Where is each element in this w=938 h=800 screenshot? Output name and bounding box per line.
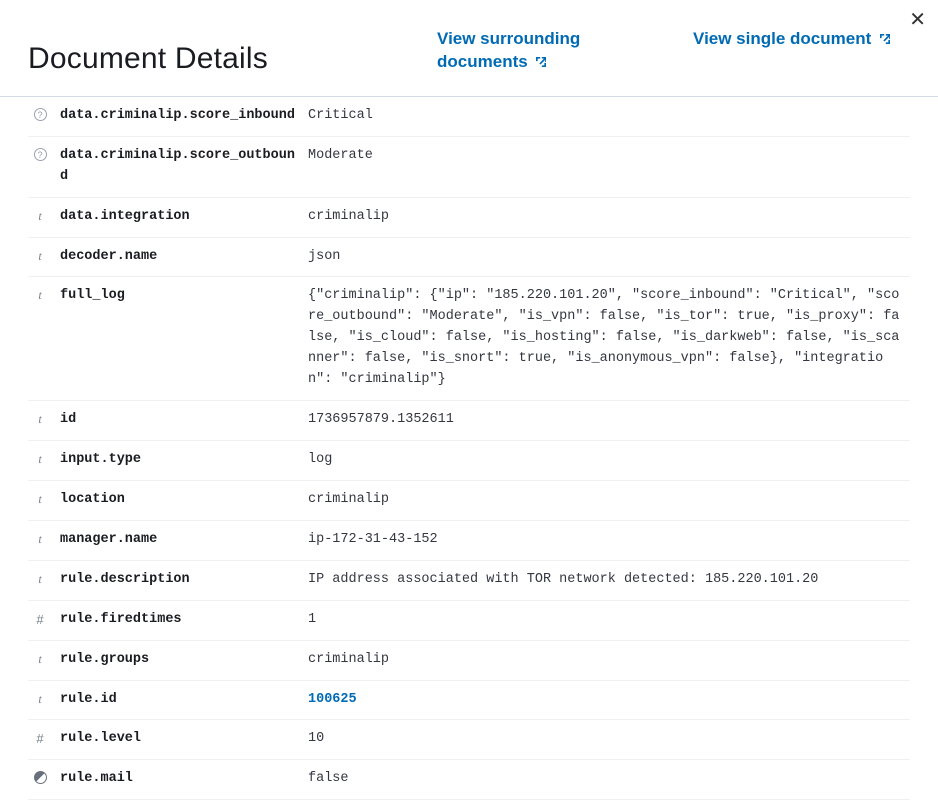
field-key: rule.mail — [52, 769, 308, 790]
header-links: View surrounding documents View single d… — [437, 28, 910, 76]
table-row: t data.integrationcriminalip — [28, 198, 910, 238]
field-type-col: t — [28, 650, 52, 667]
field-table: ? data.criminalip.score_inboundCritical? d… — [0, 97, 938, 800]
field-value: 1 — [308, 610, 910, 631]
field-value: json — [308, 247, 910, 268]
table-row: ? data.criminalip.score_inboundCritical — [28, 97, 910, 137]
field-type-col: ? — [28, 106, 52, 121]
field-key: rule.level — [52, 729, 308, 750]
table-row: t rule.id100625 — [28, 681, 910, 721]
field-value-link[interactable]: 100625 — [308, 690, 910, 711]
field-value: Critical — [308, 106, 910, 127]
text-type-icon: t — [38, 209, 41, 224]
field-value: ip-172-31-43-152 — [308, 530, 910, 551]
unknown-type-icon: ? — [34, 108, 47, 121]
field-value: criminalip — [308, 207, 910, 228]
field-key: rule.groups — [52, 650, 308, 671]
table-row: t manager.nameip-172-31-43-152 — [28, 521, 910, 561]
text-type-icon: t — [38, 412, 41, 427]
text-type-icon: t — [38, 452, 41, 467]
field-type-col: t — [28, 207, 52, 224]
field-key: id — [52, 410, 308, 431]
geo-type-icon — [34, 771, 47, 784]
field-key: rule.firedtimes — [52, 610, 308, 631]
flyout-header: Document Details View surrounding docume… — [0, 0, 938, 97]
field-value: false — [308, 769, 910, 790]
table-row: ? data.criminalip.score_outboundModerate — [28, 137, 910, 198]
popout-icon — [880, 34, 890, 44]
field-key: input.type — [52, 450, 308, 471]
number-type-icon: # — [36, 612, 43, 627]
text-type-icon: t — [38, 572, 41, 587]
table-row: t decoder.namejson — [28, 238, 910, 278]
text-type-icon: t — [38, 652, 41, 667]
table-row: rule.mailfalse — [28, 760, 910, 800]
text-type-icon: t — [38, 288, 41, 303]
table-row: t rule.groupscriminalip — [28, 641, 910, 681]
field-key: data.criminalip.score_outbound — [52, 146, 308, 188]
field-value: Moderate — [308, 146, 910, 167]
text-type-icon: t — [38, 692, 41, 707]
field-key: manager.name — [52, 530, 308, 551]
popout-icon — [536, 57, 546, 67]
field-key: rule.id — [52, 690, 308, 711]
field-key: decoder.name — [52, 247, 308, 268]
table-row: # rule.firedtimes1 — [28, 601, 910, 641]
unknown-type-icon: ? — [34, 148, 47, 161]
table-row: tid1736957879.1352611 — [28, 401, 910, 441]
field-type-col: # — [28, 610, 52, 627]
field-key: full_log — [52, 286, 308, 307]
text-type-icon: t — [38, 249, 41, 264]
field-type-col: t — [28, 247, 52, 264]
view-single-link[interactable]: View single document — [693, 28, 890, 74]
field-type-col: t — [28, 490, 52, 507]
table-row: # rule.level10 — [28, 720, 910, 760]
field-type-col: t — [28, 410, 52, 427]
field-value: {"criminalip": {"ip": "185.220.101.20", … — [308, 286, 910, 391]
field-key: location — [52, 490, 308, 511]
field-value: IP address associated with TOR network d… — [308, 570, 910, 591]
field-type-col: ? — [28, 146, 52, 161]
table-row: t locationcriminalip — [28, 481, 910, 521]
view-surrounding-link[interactable]: View surrounding documents — [437, 28, 637, 74]
table-row: t rule.descriptionIP address associated w… — [28, 561, 910, 601]
close-icon[interactable]: ✕ — [909, 10, 926, 30]
field-value: 1736957879.1352611 — [308, 410, 910, 431]
page-title: Document Details — [28, 42, 268, 76]
field-type-col: t — [28, 690, 52, 707]
field-key: rule.description — [52, 570, 308, 591]
field-type-col — [28, 769, 52, 784]
field-type-col: t — [28, 570, 52, 587]
field-value: log — [308, 450, 910, 471]
number-type-icon: # — [36, 731, 43, 746]
field-key: data.criminalip.score_inbound — [52, 106, 308, 127]
field-type-col: t — [28, 450, 52, 467]
field-key: data.integration — [52, 207, 308, 228]
table-row: t full_log{"criminalip": {"ip": "185.220.… — [28, 277, 910, 401]
link-label: View surrounding documents — [437, 29, 580, 71]
field-type-col: t — [28, 530, 52, 547]
field-value: criminalip — [308, 650, 910, 671]
text-type-icon: t — [38, 492, 41, 507]
link-label: View single document — [693, 29, 871, 48]
field-type-col: t — [28, 286, 52, 303]
field-value: criminalip — [308, 490, 910, 511]
text-type-icon: t — [38, 532, 41, 547]
table-row: t input.typelog — [28, 441, 910, 481]
field-value: 10 — [308, 729, 910, 750]
field-type-col: # — [28, 729, 52, 746]
